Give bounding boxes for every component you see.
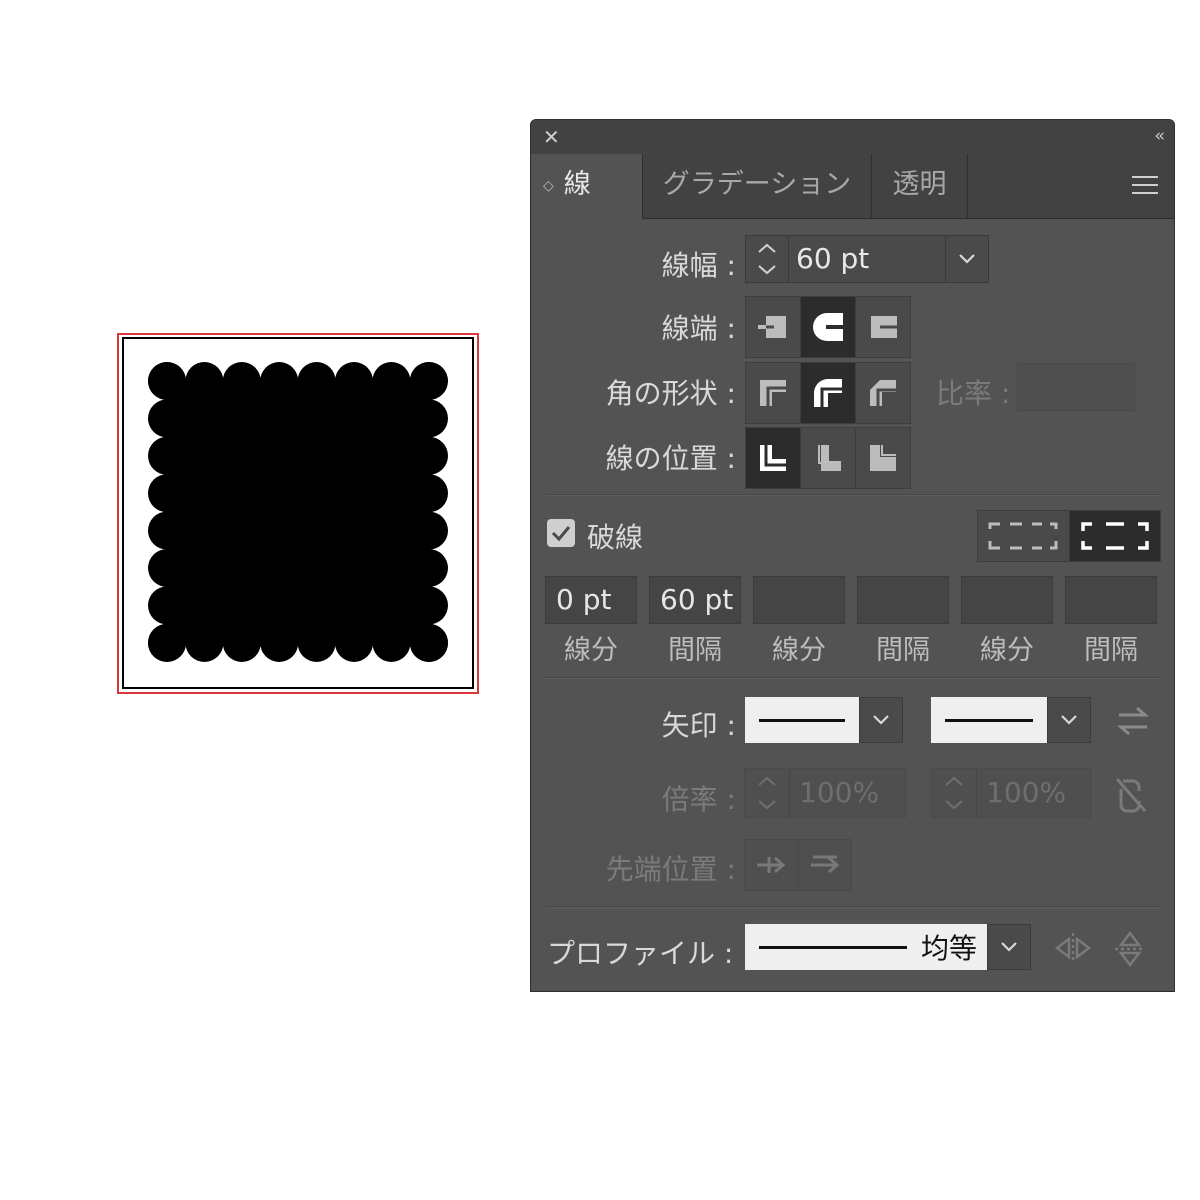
dashed-checkbox[interactable] (547, 519, 575, 547)
round-cap-button[interactable] (801, 297, 856, 357)
panel-menu-icon[interactable] (1132, 176, 1158, 194)
align-dash-button[interactable] (1069, 511, 1160, 561)
end-scale-value: 100% (986, 776, 1067, 809)
dash-field-label-4: 間隔 (876, 635, 930, 666)
tab-transparency-label: 透明 (892, 169, 947, 200)
arrowheads-label: 矢印 : (661, 709, 736, 742)
dash-field-4[interactable] (857, 576, 949, 624)
dash-field-label-6: 間隔 (1084, 635, 1138, 666)
flip-vertical-icon[interactable] (1113, 930, 1147, 968)
flip-horizontal-icon[interactable] (1053, 931, 1093, 965)
dash-field-3[interactable] (753, 576, 845, 624)
butt-cap-button[interactable] (746, 297, 801, 357)
weight-field[interactable]: 60 pt (745, 235, 989, 283)
stepper-arrows-icon (945, 776, 963, 810)
dash-align-icon (1081, 522, 1149, 550)
unlink-icon[interactable] (1113, 775, 1149, 815)
tab-gradient[interactable]: グラデーション (643, 154, 872, 218)
arrow-extend-icon (757, 856, 786, 874)
scale-label: 倍率 : (661, 783, 736, 816)
cap-buttons (745, 296, 911, 358)
tab-stroke-label: 線 (563, 169, 591, 200)
tab-transparency[interactable]: 透明 (872, 154, 968, 218)
cap-label: 線端 : (661, 312, 736, 345)
close-icon[interactable]: ✕ (543, 127, 560, 147)
limit-label: 比率 : (936, 377, 1011, 410)
start-arrowhead-select[interactable] (745, 697, 903, 745)
dash-field-6[interactable] (1065, 576, 1157, 624)
miter-join-icon (760, 380, 786, 406)
align-center-button[interactable] (746, 428, 801, 488)
corner-buttons (745, 362, 911, 424)
dash-field-2[interactable]: 60 pt (649, 576, 741, 624)
collapse-icon[interactable]: ‹‹ (1154, 126, 1164, 146)
chevron-down-icon[interactable] (1047, 697, 1091, 743)
chevron-down-icon[interactable] (987, 924, 1031, 970)
align-label: 線の位置 : (605, 442, 736, 475)
arrow-align-label: 先端位置 : (605, 853, 736, 886)
panel-titlebar: ✕ ‹‹ (531, 120, 1174, 155)
profile-select[interactable]: 均等 (745, 924, 1031, 972)
arrow-align-buttons (744, 839, 852, 891)
dash-field-label-5: 線分 (980, 635, 1034, 666)
swap-arrows-icon[interactable] (1115, 705, 1151, 737)
separator (545, 906, 1161, 908)
separator (545, 677, 1161, 679)
stepper-arrows-icon (758, 243, 776, 275)
dash-mode-buttons (977, 510, 1161, 562)
align-buttons (745, 427, 911, 489)
round-cap-icon (813, 313, 843, 341)
align-outside-button[interactable] (856, 428, 910, 488)
extend-arrow-tip-button[interactable] (745, 840, 799, 890)
panel-tabbar: ◇ 線 グラデーション 透明 (531, 154, 1174, 220)
weight-label: 線幅 : (661, 249, 736, 282)
separator (545, 494, 1161, 496)
dash-exact-icon (988, 522, 1058, 550)
round-join-button[interactable] (801, 363, 856, 423)
arrow-place-icon (810, 855, 840, 874)
tab-stroke[interactable]: ◇ 線 (531, 154, 643, 220)
start-scale-field[interactable]: 100% (744, 768, 906, 818)
profile-value: 均等 (920, 932, 977, 965)
round-join-icon (814, 379, 842, 407)
preserve-dash-button[interactable] (978, 511, 1070, 561)
align-outside-icon (870, 445, 896, 471)
place-arrow-tip-button[interactable] (799, 840, 852, 890)
projecting-cap-button[interactable] (856, 297, 910, 357)
limit-field[interactable] (1017, 363, 1135, 411)
weight-dropdown[interactable] (945, 236, 988, 282)
align-inside-icon (818, 445, 841, 471)
dash-field-5[interactable] (961, 576, 1053, 624)
dashed-label: 破線 (587, 521, 644, 554)
tab-gradient-label: グラデーション (662, 169, 852, 200)
checkmark-icon (551, 526, 571, 542)
profile-label: プロファイル : (547, 937, 734, 970)
weight-value[interactable]: 60 pt (796, 236, 869, 282)
bevel-join-button[interactable] (856, 363, 910, 423)
selected-artwork[interactable] (117, 333, 479, 694)
stroke-panel: ✕ ‹‹ ◇ 線 グラデーション 透明 線幅 : 60 pt 線端 : 角の形状… (530, 119, 1175, 992)
start-scale-value: 100% (799, 776, 880, 809)
butt-cap-icon (758, 316, 786, 338)
dash-field-1[interactable]: 0 pt (545, 576, 637, 624)
chevron-down-icon[interactable] (859, 697, 903, 743)
updown-icon: ◇ (543, 177, 554, 194)
dash-field-label-2: 間隔 (668, 635, 722, 666)
stepper-arrows-icon (758, 776, 776, 810)
weight-stepper[interactable] (746, 236, 789, 282)
chevron-down-icon (959, 254, 975, 264)
end-scale-field[interactable]: 100% (931, 768, 1091, 818)
profile-line (759, 945, 907, 949)
align-center-icon (760, 445, 786, 471)
miter-join-button[interactable] (746, 363, 801, 423)
bevel-join-icon (870, 380, 896, 406)
end-arrowhead-select[interactable] (931, 697, 1091, 745)
dash-field-label-3: 線分 (772, 635, 826, 666)
dash-field-label-1: 線分 (564, 635, 618, 666)
corner-label: 角の形状 : (605, 377, 736, 410)
projecting-cap-icon (871, 316, 897, 338)
align-inside-button[interactable] (801, 428, 856, 488)
